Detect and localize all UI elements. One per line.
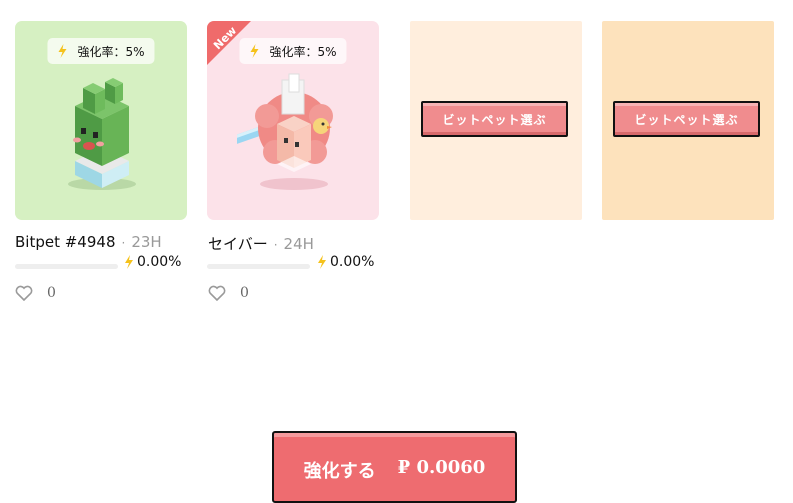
pet-title-2: セイバー · 24H bbox=[208, 233, 314, 254]
pet-image-cactus bbox=[68, 78, 136, 190]
heart-icon[interactable] bbox=[208, 285, 226, 301]
bolt-icon bbox=[125, 255, 133, 269]
pet-title-1: Bitpet #4948 · 23H bbox=[15, 233, 162, 251]
like-count: 0 bbox=[47, 285, 56, 301]
bolt-icon bbox=[318, 255, 326, 269]
select-bitpet-button[interactable]: ビットペット選ぶ bbox=[613, 101, 760, 137]
likes-1[interactable]: 0 bbox=[15, 285, 56, 301]
pet-card-2[interactable]: New 強化率：5% bbox=[207, 21, 379, 220]
boost-button[interactable]: 強化する ₽ 0.0060 bbox=[272, 431, 517, 503]
boost-button-label: 強化する bbox=[303, 461, 376, 482]
boost-percent-value: 0.00% bbox=[137, 254, 182, 270]
empty-pet-slot-1: ビットペット選ぶ bbox=[410, 21, 582, 220]
pet-age: 23H bbox=[131, 233, 162, 251]
heart-icon[interactable] bbox=[15, 285, 33, 301]
boost-progress-bar bbox=[207, 264, 310, 269]
boost-percent-1: 0.00% bbox=[124, 254, 181, 270]
pet-image-saber bbox=[237, 73, 333, 190]
boost-progress-bar bbox=[15, 264, 118, 269]
boost-rate-label: 強化率：5% bbox=[77, 44, 145, 59]
boost-percent-2: 0.00% bbox=[317, 254, 374, 270]
boost-rate-label: 強化率：5% bbox=[269, 44, 337, 59]
pet-name: Bitpet #4948 bbox=[15, 233, 116, 251]
pet-card-1[interactable]: 強化率：5% bbox=[15, 21, 187, 220]
separator: · bbox=[273, 238, 278, 252]
bolt-icon bbox=[250, 44, 259, 58]
pet-name: セイバー bbox=[208, 235, 268, 253]
boost-rate-badge: 強化率：5% bbox=[47, 38, 155, 64]
boost-percent-value: 0.00% bbox=[330, 254, 375, 270]
empty-pet-slot-2: ビットペット選ぶ bbox=[602, 21, 774, 220]
bolt-icon bbox=[58, 44, 67, 58]
likes-2[interactable]: 0 bbox=[208, 285, 249, 301]
like-count: 0 bbox=[240, 285, 249, 301]
boost-rate-badge: 強化率：5% bbox=[239, 38, 347, 64]
separator: · bbox=[121, 236, 126, 250]
pet-age: 24H bbox=[283, 235, 314, 253]
boost-button-price: ₽ 0.0060 bbox=[397, 457, 486, 478]
select-bitpet-button[interactable]: ビットペット選ぶ bbox=[421, 101, 568, 137]
